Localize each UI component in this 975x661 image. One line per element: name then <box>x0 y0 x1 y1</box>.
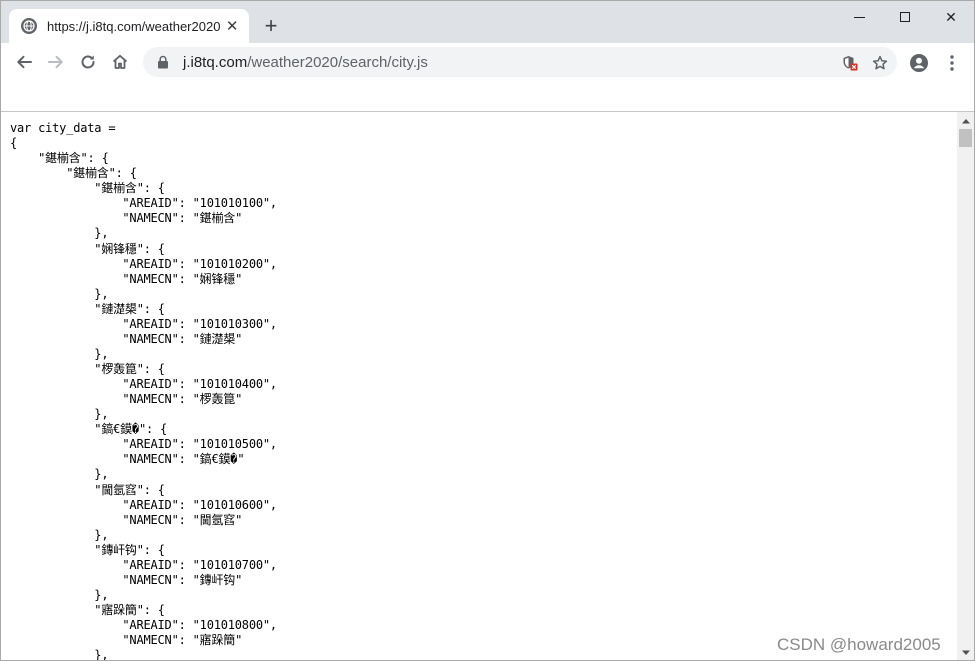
forward-button[interactable] <box>42 48 70 76</box>
home-button[interactable] <box>106 48 134 76</box>
code-line: "NAMECN": "娴锋穩" <box>10 271 243 286</box>
lock-icon[interactable] <box>155 54 171 70</box>
code-line: "AREAID": "101010300", <box>10 316 277 331</box>
code-line: "NAMECN": "鎬€鏌�" <box>10 452 245 467</box>
code-line: }, <box>10 527 109 542</box>
maximize-button[interactable] <box>882 1 928 33</box>
code-line: { <box>10 136 18 151</box>
code-line: "娴锋穩": { <box>10 241 165 256</box>
code-line: "寤跺簡": { <box>10 603 165 617</box>
tab-close-icon[interactable]: ✕ <box>223 17 241 35</box>
code-line: "AREAID": "101010600", <box>10 497 277 512</box>
maximize-icon <box>900 12 910 22</box>
code-line: "NAMECN": "鍖椾含" <box>10 211 243 226</box>
url-host: j.i8tq.com <box>183 53 248 71</box>
code-line: "NAMECN": "寤跺簡" <box>10 633 243 648</box>
code-line: var city_data = <box>10 121 116 135</box>
source-code-text: var city_data ={ "鍖椾含": { "鍖椾含": { "鍖椾含"… <box>10 121 277 661</box>
code-line: }, <box>10 286 109 301</box>
back-button[interactable] <box>10 48 38 76</box>
scrollbar-thumb[interactable] <box>959 129 972 147</box>
code-line: "AREAID": "101010800", <box>10 618 277 633</box>
code-line: "AREAID": "101010200", <box>10 256 277 271</box>
vertical-scrollbar[interactable] <box>957 112 974 660</box>
page-content: var city_data ={ "鍖椾含": { "鍖椾含": { "鍖椾含"… <box>1 112 958 661</box>
more-menu-icon[interactable] <box>942 52 962 74</box>
url-text[interactable]: j.i8tq.com/weather2020/search/city.js <box>183 54 428 71</box>
code-line: }, <box>10 467 109 482</box>
back-arrow-icon <box>17 55 32 69</box>
code-line: }, <box>10 648 109 661</box>
code-line: "鎬€鏌�": { <box>10 422 168 437</box>
new-tab-button[interactable]: + <box>259 14 283 38</box>
reload-button[interactable] <box>74 48 102 76</box>
globe-icon <box>21 18 37 34</box>
minimize-button[interactable] <box>836 1 882 33</box>
blocked-content-icon[interactable] <box>841 54 859 72</box>
code-line: "鏈濋槼": { <box>10 301 165 316</box>
code-line: "NAMECN": "椤轰箟" <box>10 392 243 407</box>
close-window-button[interactable]: ✕ <box>928 1 974 33</box>
code-line: "閫氬窞": { <box>10 482 165 497</box>
code-line: "AREAID": "101010500", <box>10 437 277 452</box>
code-line: }, <box>10 226 109 241</box>
browser-window: https://j.i8tq.com/weather2020 ✕ + ✕ j.i… <box>0 0 975 661</box>
code-line: "椤轰箟": { <box>10 362 165 376</box>
code-line: "AREAID": "101010100", <box>10 196 277 211</box>
home-icon <box>112 54 128 69</box>
watermark-text: CSDN @howard2005 <box>777 635 941 654</box>
code-line: "NAMECN": "鏈濋槼" <box>10 331 243 346</box>
scroll-up-arrow-icon[interactable] <box>957 112 974 129</box>
browser-toolbar: j.i8tq.com/weather2020/search/city.js <box>1 43 974 81</box>
code-line: "鏄屽钩": { <box>10 542 165 557</box>
code-line: "AREAID": "101010400", <box>10 377 277 392</box>
code-line: }, <box>10 407 109 422</box>
minimize-icon <box>853 16 865 18</box>
forward-arrow-icon <box>48 55 63 69</box>
code-line: }, <box>10 346 109 361</box>
bookmark-star-icon[interactable] <box>871 54 889 72</box>
code-line: "NAMECN": "鏄屽钩" <box>10 572 243 587</box>
scroll-down-arrow-icon[interactable] <box>957 644 974 660</box>
code-line: }, <box>10 587 109 602</box>
url-path: /weather2020/search/city.js <box>247 53 428 71</box>
browser-tab[interactable]: https://j.i8tq.com/weather2020 ✕ <box>9 9 249 43</box>
code-line: "鍖椾含": { <box>10 166 137 181</box>
tab-strip: https://j.i8tq.com/weather2020 ✕ + ✕ <box>1 1 974 43</box>
tab-title: https://j.i8tq.com/weather2020 <box>47 18 221 34</box>
code-line: "NAMECN": "閫氬窞" <box>10 512 243 527</box>
code-line: "鍖椾含": { <box>10 151 109 166</box>
code-line: "AREAID": "101010700", <box>10 557 277 572</box>
profile-avatar-icon[interactable] <box>908 52 930 74</box>
address-bar[interactable]: j.i8tq.com/weather2020/search/city.js <box>143 47 897 77</box>
reload-icon <box>81 55 95 69</box>
code-line: "鍖椾含": { <box>10 181 165 196</box>
